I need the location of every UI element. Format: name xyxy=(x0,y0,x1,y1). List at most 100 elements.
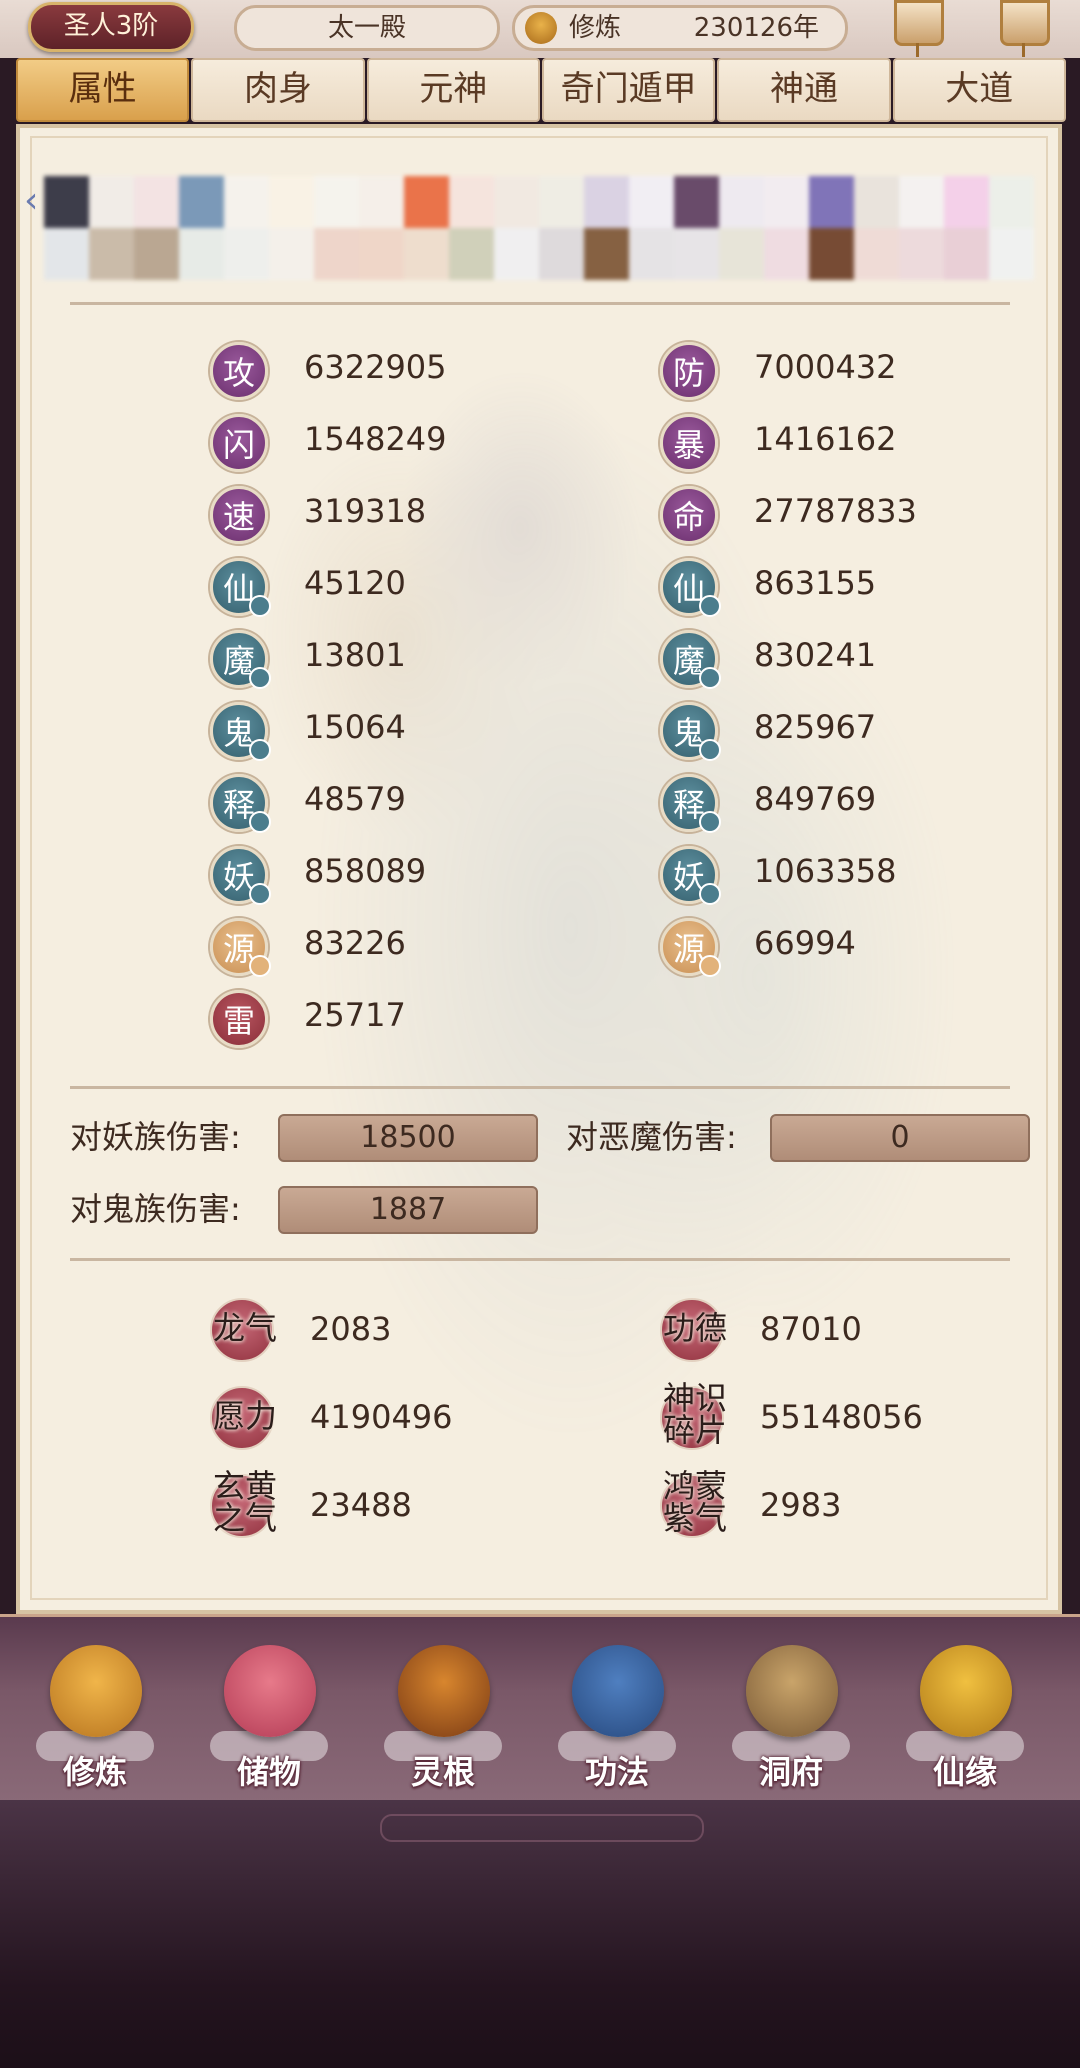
stat-glyph-icon[interactable]: 妖 xyxy=(210,846,271,905)
lantern-icon[interactable] xyxy=(894,0,944,57)
stat-glyph: 雷 xyxy=(222,1002,255,1040)
back-arrow-icon[interactable]: ‹ xyxy=(24,180,38,221)
nav-label: 功法 xyxy=(584,1753,649,1791)
stat-glyph: 闪 xyxy=(222,426,255,464)
defense-mark-icon xyxy=(699,955,721,977)
meditation-icon xyxy=(525,12,557,44)
footer-ornament xyxy=(380,1814,704,1842)
resource-label: 愿力 xyxy=(212,1397,277,1435)
nav-label: 修炼 xyxy=(62,1753,127,1791)
defense-mark-icon xyxy=(699,667,721,689)
nav-cultivate[interactable]: 修炼 xyxy=(30,1635,160,1795)
nav-spirit-root[interactable]: 灵根 xyxy=(378,1635,508,1795)
cultivate-label: 修炼 xyxy=(569,13,622,43)
stat-glyph-icon[interactable]: 仙 xyxy=(660,558,721,617)
nav-label: 洞府 xyxy=(758,1753,823,1791)
nav-label: 储物 xyxy=(236,1753,301,1791)
fate-icon xyxy=(920,1645,1012,1737)
stat-glyph: 防 xyxy=(672,354,705,392)
attack-mark-icon xyxy=(249,739,271,761)
stat-value: 319318 xyxy=(304,492,427,530)
attack-mark-icon xyxy=(249,667,271,689)
resource-value: 23488 xyxy=(310,1486,412,1524)
resource-label: 鸿蒙紫气 xyxy=(662,1467,727,1537)
yao-damage-value: 18500 xyxy=(278,1114,538,1162)
ghost-damage-label: 对鬼族伤害: xyxy=(70,1190,241,1228)
resource-value: 4190496 xyxy=(310,1398,453,1436)
divider xyxy=(70,302,1010,305)
stat-glyph-icon[interactable]: 闪 xyxy=(210,414,268,472)
stat-glyph-icon[interactable]: 魔 xyxy=(660,630,721,689)
stat-glyph-icon[interactable]: 妖 xyxy=(660,846,721,905)
tab-2[interactable]: 元神 xyxy=(366,58,540,122)
nav-label: 仙缘 xyxy=(932,1753,997,1791)
stat-glyph-icon[interactable]: 释 xyxy=(210,774,271,833)
blurred-equipment-strip xyxy=(44,176,1034,280)
defense-mark-icon xyxy=(699,739,721,761)
cave-icon xyxy=(746,1645,838,1737)
stat-value: 863155 xyxy=(754,564,877,602)
resource-label: 功德 xyxy=(662,1309,727,1347)
stat-glyph-icon[interactable]: 魔 xyxy=(210,630,271,689)
nav-storage[interactable]: 储物 xyxy=(204,1635,334,1795)
stat-value: 13801 xyxy=(304,636,406,674)
cultivate-years: 230126年 xyxy=(693,13,819,43)
divider xyxy=(70,1086,1010,1089)
nav-technique[interactable]: 功法 xyxy=(552,1635,682,1795)
stat-glyph-icon[interactable]: 命 xyxy=(660,486,718,544)
cultivate-pill[interactable]: 修炼 230126年 xyxy=(512,5,848,51)
stat-glyph-icon[interactable]: 雷 xyxy=(210,990,268,1048)
stat-glyph-icon[interactable]: 攻 xyxy=(210,342,268,400)
resource-label: 龙气 xyxy=(212,1309,277,1347)
defense-mark-icon xyxy=(699,811,721,833)
spirit-root-icon xyxy=(398,1645,490,1737)
cultivate-icon xyxy=(50,1645,142,1737)
attack-mark-icon xyxy=(249,811,271,833)
stat-glyph-icon[interactable]: 仙 xyxy=(210,558,271,617)
resource-value: 2983 xyxy=(760,1486,842,1524)
defense-mark-icon xyxy=(699,883,721,905)
rank-badge[interactable]: 圣人3阶 xyxy=(28,2,194,52)
attribute-panel: ‹ 攻 6322905 闪 1548249 速 319318 仙 45120 魔 13801 鬼 15… xyxy=(16,124,1062,1614)
stat-value: 6322905 xyxy=(304,348,447,386)
nav-fate[interactable]: 仙缘 xyxy=(900,1635,1030,1795)
lantern-icon[interactable] xyxy=(1000,0,1050,57)
stat-value: 25717 xyxy=(304,996,406,1034)
tab-bar: 属性 肉身 元神 奇门遁甲 神通 大道 xyxy=(16,58,1066,122)
yao-damage-label: 对妖族伤害: xyxy=(70,1118,241,1156)
resource-value: 55148056 xyxy=(760,1398,923,1436)
stat-value: 858089 xyxy=(304,852,427,890)
stat-glyph-icon[interactable]: 防 xyxy=(660,342,718,400)
ghost-damage-value: 1887 xyxy=(278,1186,538,1234)
stat-glyph-icon[interactable]: 源 xyxy=(210,918,271,977)
tab-1[interactable]: 肉身 xyxy=(191,58,365,122)
attack-mark-icon xyxy=(249,955,271,977)
stat-value: 825967 xyxy=(754,708,877,746)
tab-3[interactable]: 奇门遁甲 xyxy=(541,58,716,122)
divider xyxy=(70,1258,1010,1261)
stat-glyph-icon[interactable]: 速 xyxy=(210,486,268,544)
technique-icon xyxy=(572,1645,664,1737)
stat-glyph-icon[interactable]: 源 xyxy=(660,918,721,977)
tab-4[interactable]: 神通 xyxy=(717,58,891,122)
stat-glyph: 攻 xyxy=(222,354,255,392)
nav-cave[interactable]: 洞府 xyxy=(726,1635,856,1795)
resource-value: 87010 xyxy=(760,1310,862,1348)
stat-glyph: 暴 xyxy=(672,426,705,464)
demon-damage-value: 0 xyxy=(770,1114,1030,1162)
stat-glyph-icon[interactable]: 鬼 xyxy=(210,702,271,761)
tab-0[interactable]: 属性 xyxy=(16,58,190,122)
tab-5[interactable]: 大道 xyxy=(892,58,1066,122)
storage-icon xyxy=(224,1645,316,1737)
location-pill[interactable]: 太一殿 xyxy=(234,5,500,51)
stat-glyph-icon[interactable]: 鬼 xyxy=(660,702,721,761)
stat-glyph-icon[interactable]: 暴 xyxy=(660,414,718,472)
stat-value: 83226 xyxy=(304,924,406,962)
stat-value: 1063358 xyxy=(754,852,897,890)
stat-value: 45120 xyxy=(304,564,406,602)
stat-glyph-icon[interactable]: 释 xyxy=(660,774,721,833)
resource-label: 神识碎片 xyxy=(662,1379,727,1449)
stat-value: 849769 xyxy=(754,780,877,818)
stat-value: 1548249 xyxy=(304,420,447,458)
demon-damage-label: 对恶魔伤害: xyxy=(566,1118,737,1156)
